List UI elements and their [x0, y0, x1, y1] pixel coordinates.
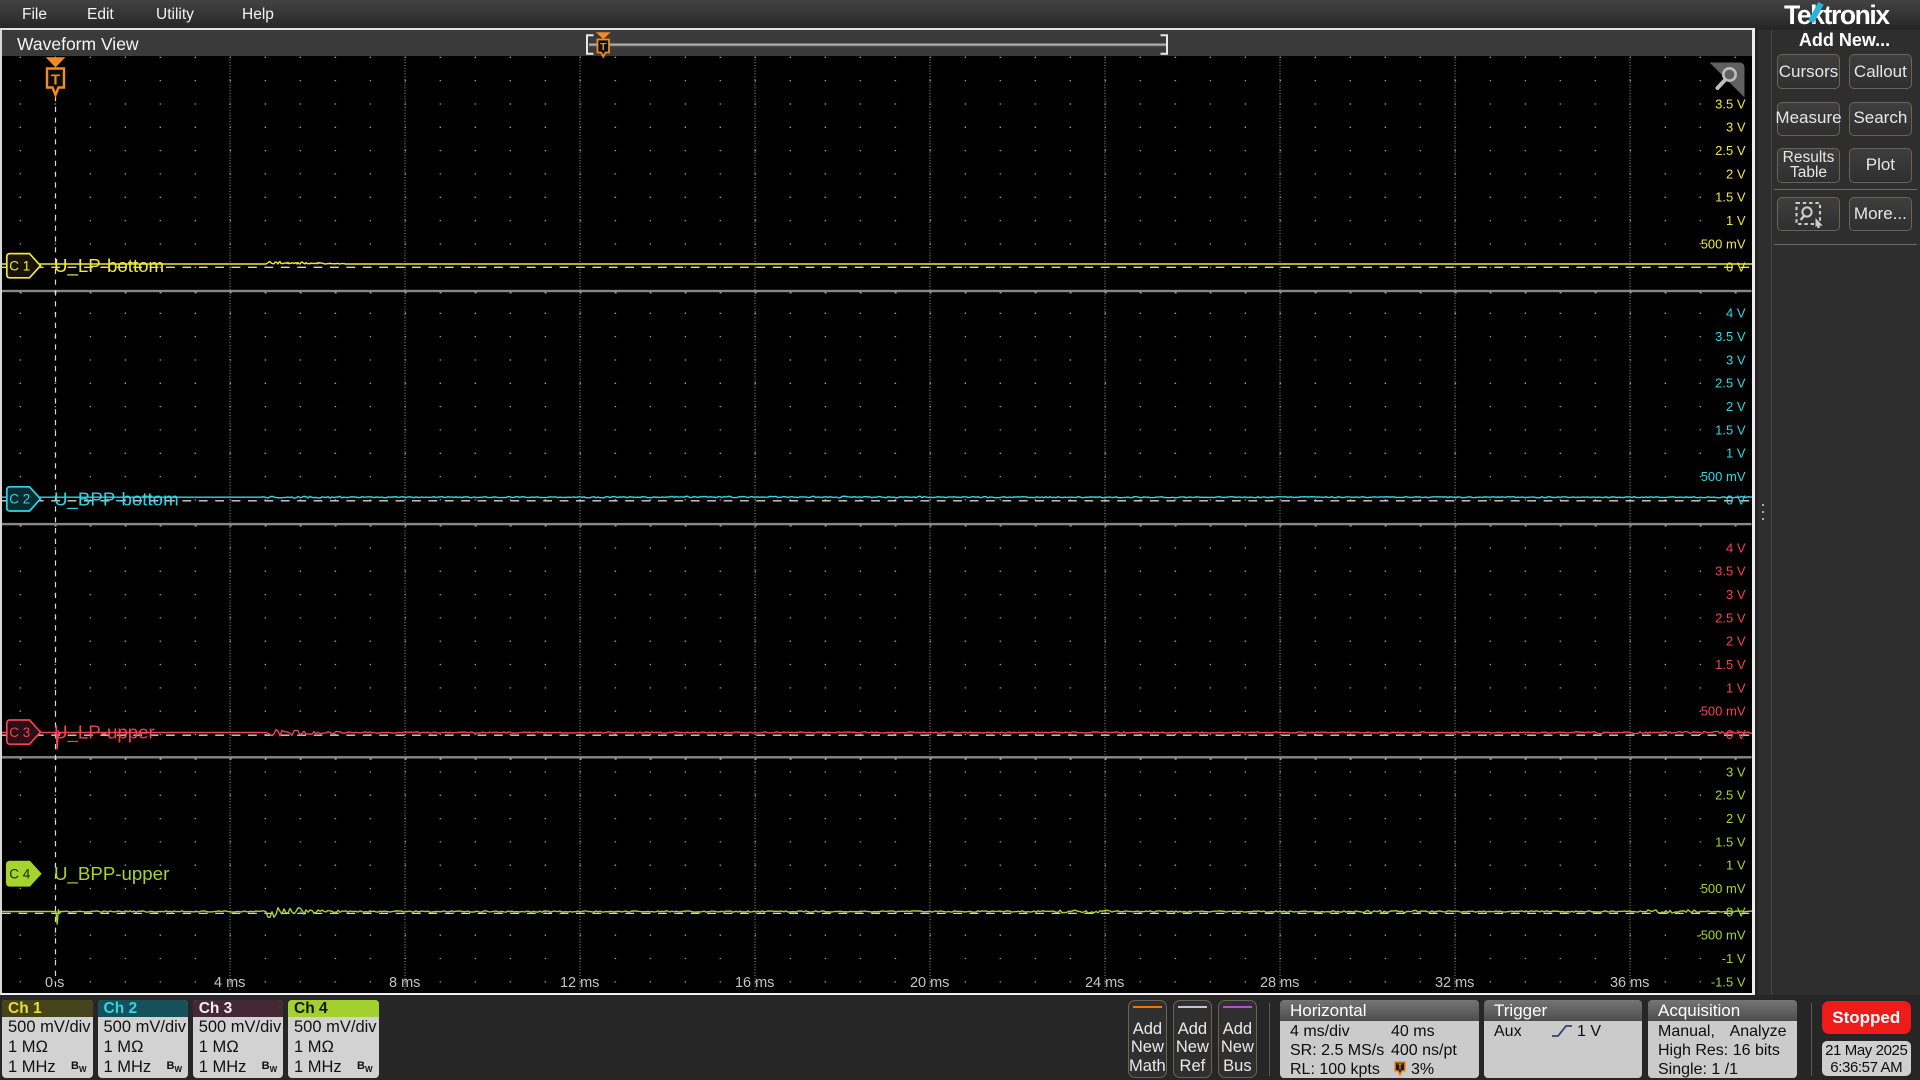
svg-text:T: T — [1397, 1061, 1403, 1071]
